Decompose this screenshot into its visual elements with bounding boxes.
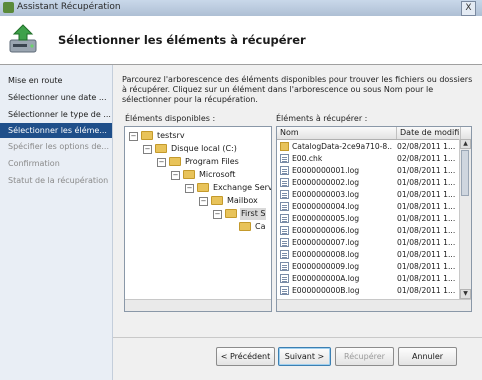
item-name: E0000000005.log <box>292 214 360 223</box>
item-name: CatalogData-2ce9a710-8... <box>292 142 392 151</box>
folder-icon <box>183 170 195 179</box>
list-vertical-scrollbar[interactable]: ▲ ▼ <box>459 139 471 299</box>
wizard-header: Sélectionner les éléments à récupérer <box>0 16 482 65</box>
available-items-tree[interactable]: − testsrv − Disque local (C:) − Program … <box>124 126 272 312</box>
item-date: 01/08/2011 1... <box>397 286 456 295</box>
item-name: E0000000004.log <box>292 202 360 211</box>
collapse-toggle[interactable]: − <box>157 158 166 167</box>
wizard-body: Mise en route Sélectionner une date ... … <box>0 65 482 380</box>
file-icon <box>280 238 289 247</box>
tree-node-label: Microsoft <box>199 170 236 179</box>
item-name: E0000000008.log <box>292 250 360 259</box>
folder-icon <box>141 131 153 140</box>
next-button[interactable]: Suivant > <box>278 347 331 366</box>
wizard-steps-nav: Mise en route Sélectionner une date ... … <box>0 65 113 380</box>
tree-node-label: Ca <box>255 222 266 231</box>
item-name: E0000000001.log <box>292 166 360 175</box>
nav-item-confirmation: Confirmation <box>8 159 60 168</box>
recovery-wizard-icon <box>9 24 37 53</box>
file-icon <box>280 154 289 163</box>
item-date: 01/08/2011 1... <box>397 166 456 175</box>
item-date: 01/08/2011 1... <box>397 250 456 259</box>
item-name: E0000000007.log <box>292 238 360 247</box>
item-name: E0000000003.log <box>292 190 360 199</box>
items-to-recover-list[interactable]: Nom Date de modifi... CatalogData-2ce9a7… <box>276 126 472 312</box>
item-date: 01/08/2011 1... <box>397 238 456 247</box>
scroll-up-arrow-icon[interactable]: ▲ <box>460 139 471 149</box>
item-date: 01/08/2011 1... <box>397 274 456 283</box>
folder-icon <box>225 209 237 218</box>
item-name: E0000000006.log <box>292 226 360 235</box>
folder-icon <box>280 142 289 151</box>
file-icon <box>280 190 289 199</box>
list-horizontal-scrollbar[interactable] <box>277 299 471 311</box>
file-icon <box>280 226 289 235</box>
item-name: E00.chk <box>292 154 323 163</box>
item-date: 02/08/2011 1... <box>397 142 456 151</box>
file-icon <box>280 262 289 271</box>
close-button[interactable]: X <box>461 1 476 16</box>
collapse-toggle[interactable]: − <box>171 171 180 180</box>
item-date: 01/08/2011 1... <box>397 178 456 187</box>
tree-node-label: testsrv <box>157 131 185 140</box>
nav-item-mise-en-route[interactable]: Mise en route <box>0 73 112 88</box>
item-date: 01/08/2011 1... <box>397 190 456 199</box>
folder-icon <box>197 183 209 192</box>
folder-icon <box>169 157 181 166</box>
file-icon <box>280 250 289 259</box>
item-date: 01/08/2011 1... <box>397 226 456 235</box>
column-header-date[interactable]: Date de modifi... <box>397 127 461 139</box>
title-bar: Assistant Récupération X <box>0 0 482 16</box>
recovery-wizard-window: Assistant Récupération X Sélectionner le… <box>0 0 482 380</box>
list-header: Nom Date de modifi... <box>277 127 471 140</box>
item-date: 02/08/2011 1... <box>397 154 456 163</box>
tree-node-label: Disque local (C:) <box>171 144 237 153</box>
file-icon <box>280 286 289 295</box>
item-date: 01/08/2011 1... <box>397 202 456 211</box>
file-icon <box>280 202 289 211</box>
collapse-toggle[interactable]: − <box>185 184 194 193</box>
content-area: Parcourez l'arborescence des éléments di… <box>113 65 482 380</box>
nav-item-select-items[interactable]: Sélectionner les éléme... <box>0 123 112 138</box>
tree-node-label: Program Files <box>185 157 239 166</box>
collapse-toggle[interactable]: − <box>129 132 138 141</box>
nav-item-options: Spécifier les options de... <box>8 142 109 151</box>
nav-item-select-date[interactable]: Sélectionner une date ... <box>0 90 112 105</box>
column-header-name[interactable]: Nom <box>277 127 397 139</box>
item-name: E000000000A.log <box>292 274 360 283</box>
file-icon <box>280 274 289 283</box>
item-name: E0000000002.log <box>292 178 360 187</box>
button-separator <box>113 337 482 338</box>
tree-node-label: Exchange Serv <box>213 183 272 192</box>
tree-node-label: Mailbox <box>227 196 258 205</box>
folder-icon <box>155 144 167 153</box>
items-to-recover-label: Éléments à récupérer : <box>276 114 368 123</box>
page-title: Sélectionner les éléments à récupérer <box>58 33 306 47</box>
file-icon <box>280 166 289 175</box>
collapse-toggle[interactable]: − <box>143 145 152 154</box>
previous-button[interactable]: < Précédent <box>216 347 275 366</box>
nav-item-status: Statut de la récupération <box>8 176 109 185</box>
item-date: 01/08/2011 1... <box>397 214 456 223</box>
item-name: E000000000B.log <box>292 286 360 295</box>
folder-icon <box>211 196 223 205</box>
collapse-toggle[interactable]: − <box>199 197 208 206</box>
scroll-down-arrow-icon[interactable]: ▼ <box>460 289 471 299</box>
scroll-thumb[interactable] <box>461 150 469 196</box>
cancel-button[interactable]: Annuler <box>398 347 457 366</box>
file-icon <box>280 214 289 223</box>
app-icon <box>3 2 14 13</box>
folder-icon <box>239 222 251 231</box>
collapse-toggle[interactable]: − <box>213 210 222 219</box>
window-title: Assistant Récupération <box>17 2 121 12</box>
item-name: E0000000009.log <box>292 262 360 271</box>
recover-button: Récupérer <box>335 347 394 366</box>
available-items-label: Éléments disponibles : <box>125 114 216 123</box>
file-icon <box>280 178 289 187</box>
instructions-text: Parcourez l'arborescence des éléments di… <box>122 75 473 104</box>
item-date: 01/08/2011 1... <box>397 262 456 271</box>
nav-item-select-type[interactable]: Sélectionner le type de ... <box>0 107 112 122</box>
tree-node-label: First S <box>240 208 267 220</box>
tree-horizontal-scrollbar[interactable] <box>125 299 271 311</box>
